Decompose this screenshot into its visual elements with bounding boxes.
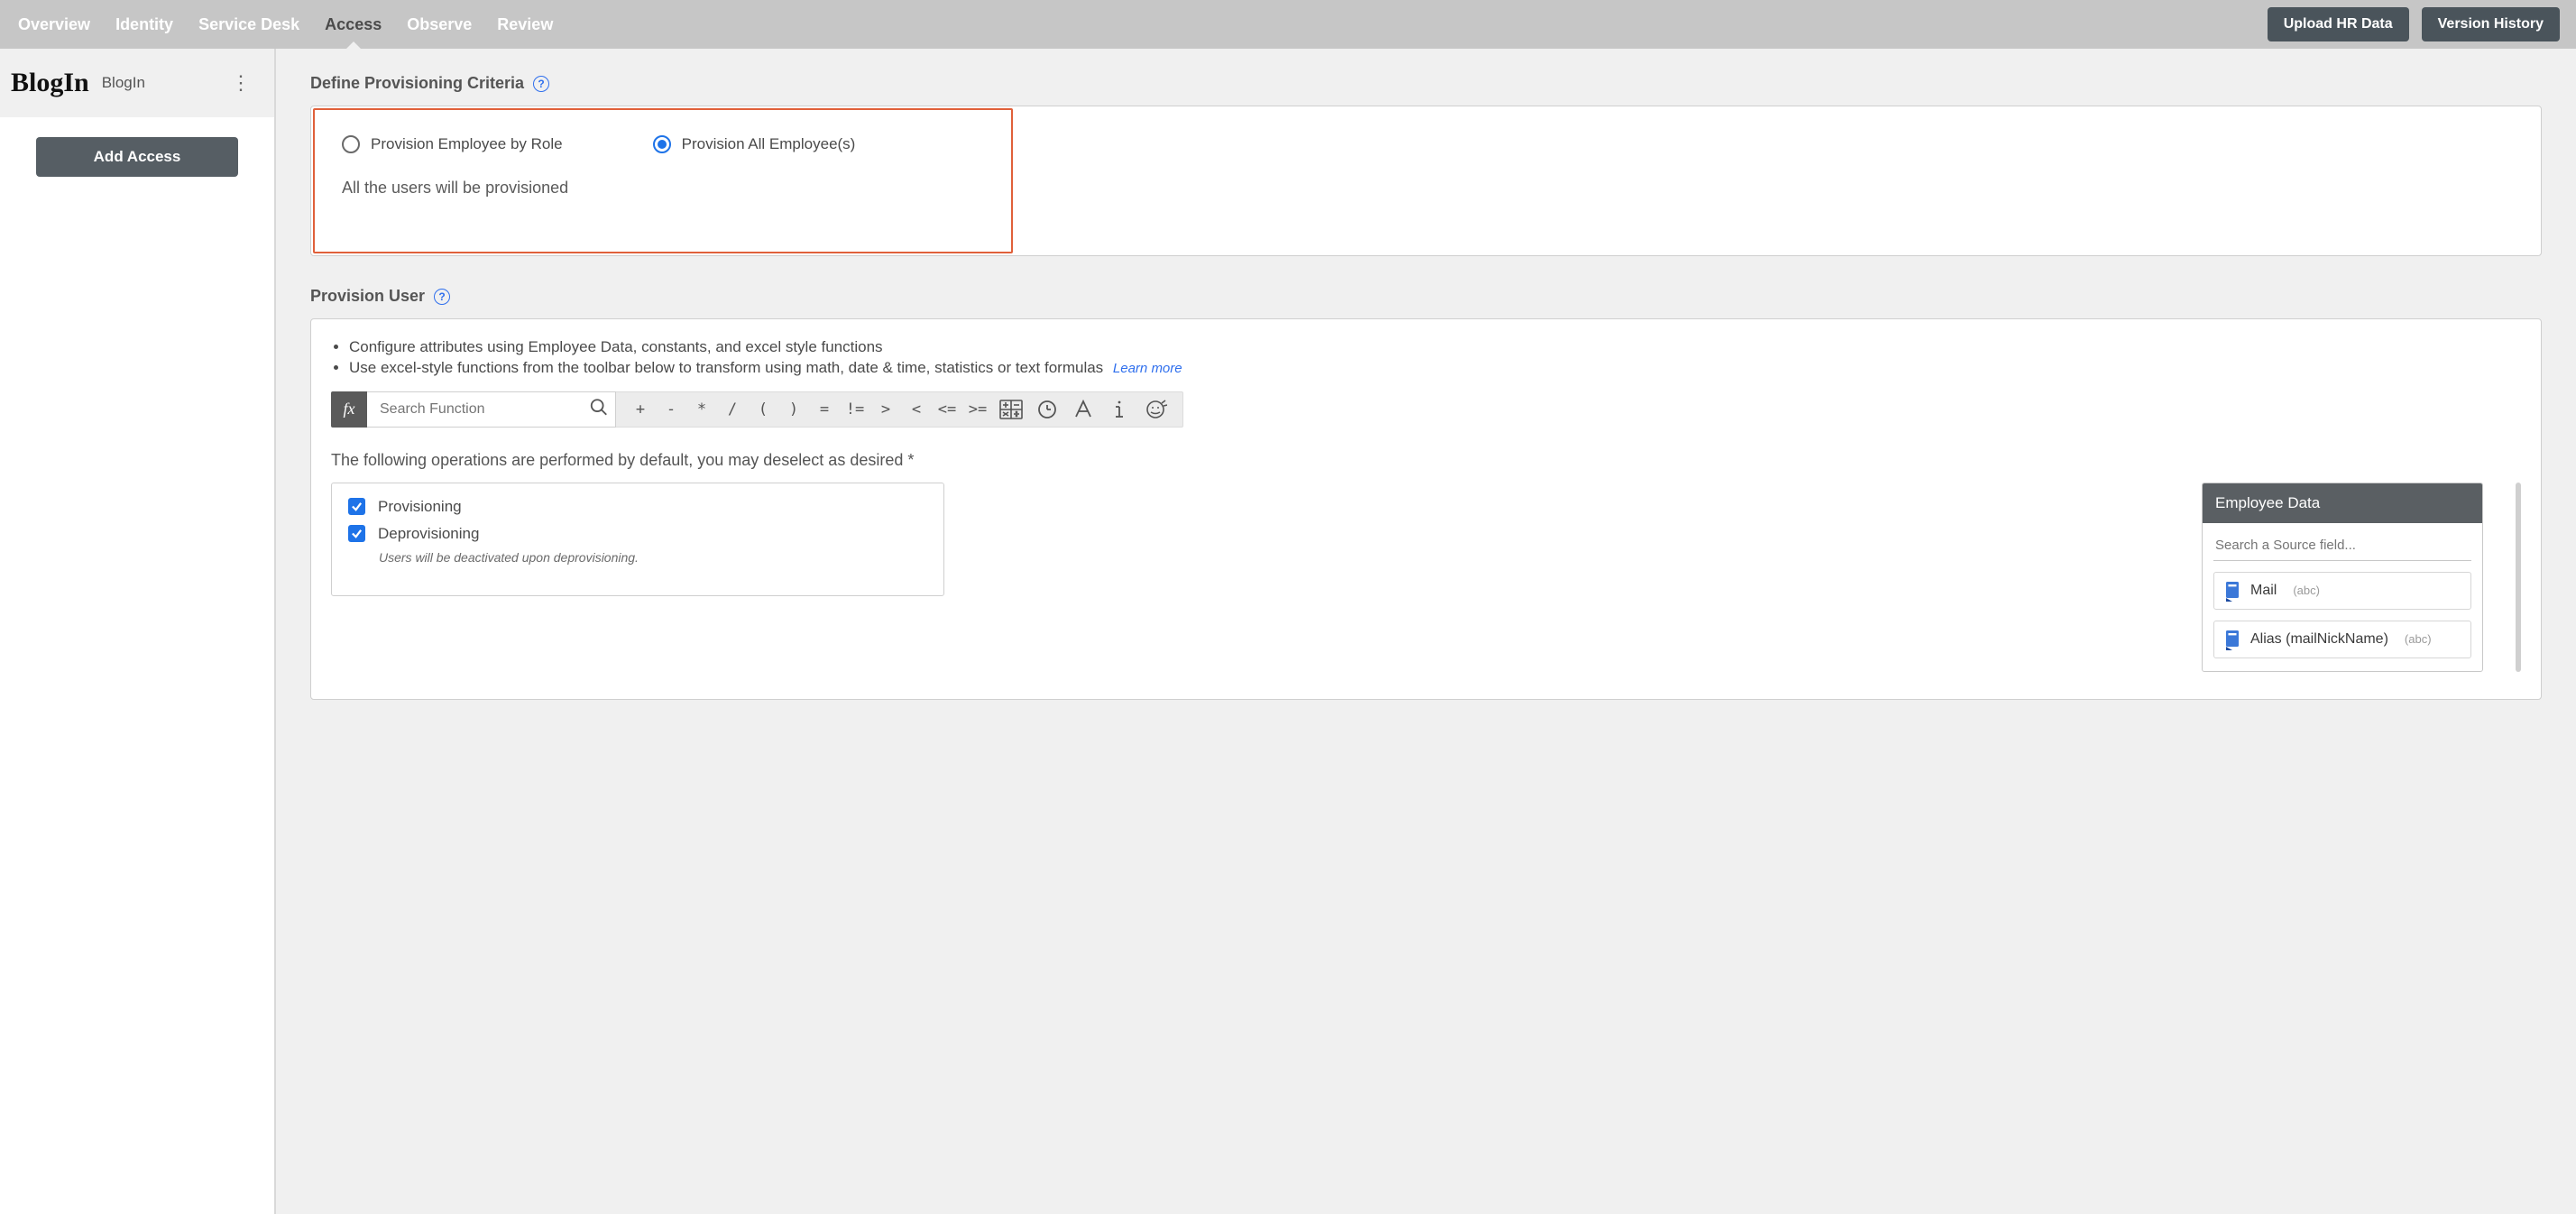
op-lt[interactable]: < [901, 392, 932, 427]
nav-tabs: Overview Identity Service Desk Access Ob… [18, 0, 553, 49]
radio-all-label: Provision All Employee(s) [682, 135, 856, 153]
bullet-text: Use excel-style functions from the toolb… [349, 359, 1103, 376]
version-history-button[interactable]: Version History [2422, 7, 2560, 41]
more-menu-icon[interactable]: ⋮ [224, 69, 258, 97]
criteria-title-text: Define Provisioning Criteria [310, 74, 524, 93]
operator-buttons: + - * / ( ) = != > < <= >= [616, 391, 1183, 428]
field-meta: (abc) [2293, 584, 2320, 597]
deprovisioning-note: Users will be deactivated upon deprovisi… [379, 550, 927, 565]
op-divide[interactable]: / [717, 392, 748, 427]
checkbox-deprovisioning[interactable] [348, 525, 365, 542]
tab-access[interactable]: Access [325, 0, 382, 49]
app-logo: BlogIn [11, 69, 89, 97]
criteria-panel: Provision Employee by Role Provision All… [310, 106, 2542, 256]
datetime-category-icon[interactable] [1029, 392, 1065, 427]
bullet-item: Configure attributes using Employee Data… [349, 337, 2521, 358]
field-meta: (abc) [2405, 632, 2432, 646]
fx-icon: fx [331, 391, 367, 428]
upload-hr-data-button[interactable]: Upload HR Data [2268, 7, 2409, 41]
op-gt[interactable]: > [870, 392, 901, 427]
provision-title-text: Provision User [310, 287, 425, 306]
radio-provision-all[interactable]: Provision All Employee(s) [653, 135, 856, 153]
provision-section-title: Provision User ? [310, 287, 2542, 306]
function-toolbar: fx + - * / ( ) = [331, 391, 2521, 428]
operations-description: The following operations are performed b… [331, 451, 2521, 470]
top-nav: Overview Identity Service Desk Access Ob… [0, 0, 2576, 49]
help-icon[interactable]: ? [434, 289, 450, 305]
add-access-button[interactable]: Add Access [36, 137, 238, 177]
employee-data-header: Employee Data [2203, 483, 2482, 523]
provision-bullets: Configure attributes using Employee Data… [331, 337, 2521, 379]
text-category-icon[interactable] [1065, 392, 1101, 427]
op-plus[interactable]: + [625, 392, 656, 427]
employee-data-panel: Employee Data Mail (abc) [2202, 483, 2483, 672]
checkbox-deprovisioning-label: Deprovisioning [378, 525, 479, 543]
op-not-equals[interactable]: != [840, 392, 870, 427]
search-icon[interactable] [589, 397, 609, 421]
field-card-mail[interactable]: Mail (abc) [2213, 572, 2471, 610]
scrollbar[interactable] [2516, 483, 2521, 672]
radio-provision-by-role[interactable]: Provision Employee by Role [342, 135, 563, 153]
field-card-alias[interactable]: Alias (mailNickName) (abc) [2213, 621, 2471, 658]
radio-selected-icon [653, 135, 671, 153]
tab-overview[interactable]: Overview [18, 0, 90, 49]
main-content: Define Provisioning Criteria ? Provision… [276, 49, 2576, 1214]
bullet-item: Use excel-style functions from the toolb… [349, 358, 2521, 379]
tab-identity[interactable]: Identity [115, 0, 173, 49]
logic-category-icon[interactable] [1137, 392, 1173, 427]
criteria-section-title: Define Provisioning Criteria ? [310, 74, 2542, 93]
radio-by-role-label: Provision Employee by Role [371, 135, 563, 153]
criteria-description: All the users will be provisioned [342, 179, 984, 198]
field-source-icon [2223, 580, 2241, 602]
app-name: BlogIn [102, 74, 145, 92]
radio-unselected-icon [342, 135, 360, 153]
op-paren-close[interactable]: ) [778, 392, 809, 427]
app-header: BlogIn BlogIn ⋮ [0, 49, 274, 117]
op-lte[interactable]: <= [932, 392, 962, 427]
checkbox-provisioning-label: Provisioning [378, 498, 462, 516]
field-name: Alias (mailNickName) [2250, 631, 2388, 648]
field-source-icon [2223, 629, 2241, 650]
checkbox-provisioning[interactable] [348, 498, 365, 515]
op-equals[interactable]: = [809, 392, 840, 427]
op-paren-open[interactable]: ( [748, 392, 778, 427]
criteria-highlight-box: Provision Employee by Role Provision All… [313, 108, 1013, 253]
learn-more-link[interactable]: Learn more [1113, 361, 1182, 376]
employee-data-search-input[interactable] [2213, 532, 2471, 561]
tab-service-desk[interactable]: Service Desk [198, 0, 299, 49]
search-function-input[interactable] [367, 391, 616, 428]
field-name: Mail [2250, 583, 2277, 599]
op-gte[interactable]: >= [962, 392, 993, 427]
math-category-icon[interactable] [993, 392, 1029, 427]
op-minus[interactable]: - [656, 392, 686, 427]
op-multiply[interactable]: * [686, 392, 717, 427]
info-category-icon[interactable] [1101, 392, 1137, 427]
operations-box: Provisioning Deprovisioning Users will b… [331, 483, 944, 596]
sidebar: BlogIn BlogIn ⋮ Add Access [0, 49, 276, 1214]
help-icon[interactable]: ? [533, 76, 549, 92]
tab-observe[interactable]: Observe [407, 0, 472, 49]
tab-review[interactable]: Review [497, 0, 553, 49]
provision-panel: Configure attributes using Employee Data… [310, 318, 2542, 700]
